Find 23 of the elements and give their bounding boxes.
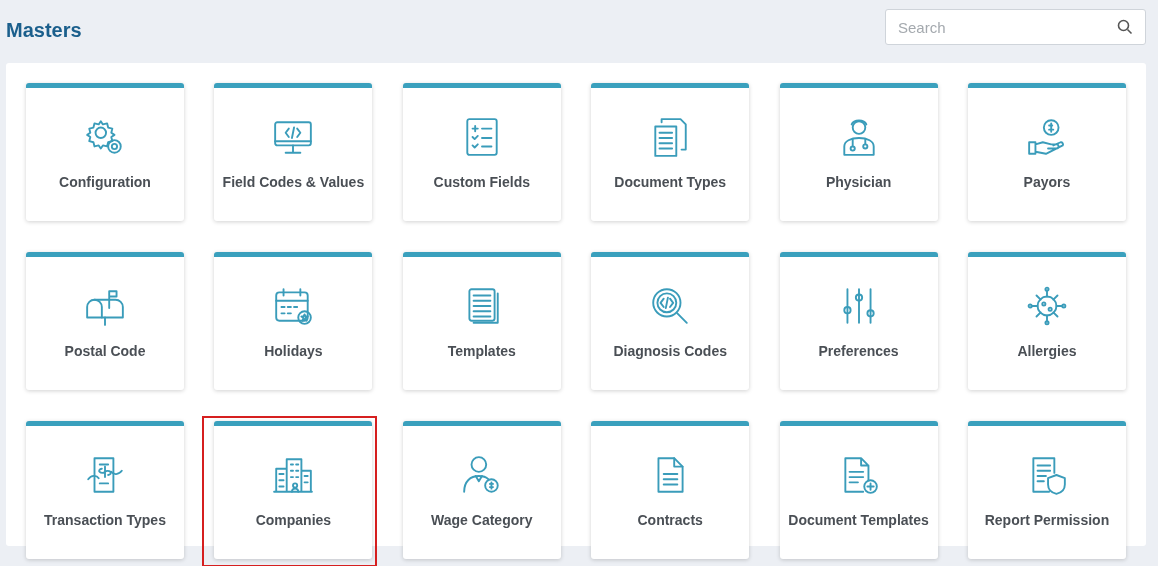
master-tile[interactable]: Diagnosis Codes (591, 252, 750, 390)
master-tile[interactable]: Postal Code (26, 252, 184, 390)
search-field[interactable]: Search (885, 9, 1146, 45)
master-tile[interactable]: Preferences (779, 252, 938, 390)
master-tile[interactable]: Allergies (967, 252, 1126, 390)
master-tile[interactable]: Document Types (591, 83, 750, 221)
master-tile[interactable]: Document Templates (779, 421, 938, 559)
master-tile[interactable]: Holidays (214, 252, 373, 390)
master-tile[interactable]: Field Codes & Values (214, 83, 373, 221)
page-title: Masters (6, 18, 82, 42)
master-tile[interactable]: Configuration (26, 83, 184, 221)
master-tile[interactable]: Payors (967, 83, 1126, 221)
master-tile[interactable]: Report Permission (967, 421, 1126, 559)
master-tile[interactable]: Custom Fields (402, 83, 561, 221)
master-tile[interactable]: Transaction Types (26, 421, 184, 559)
calendar-icon (272, 285, 315, 327)
search-icon[interactable] (1117, 19, 1133, 35)
master-tile[interactable]: Companies (214, 421, 373, 559)
master-tile[interactable]: Templates (402, 252, 561, 390)
master-tile[interactable]: Physician (779, 83, 938, 221)
virus-icon (1025, 285, 1068, 327)
master-tile[interactable]: Wage Category (402, 421, 561, 559)
master-tile[interactable]: Contracts (591, 421, 750, 559)
